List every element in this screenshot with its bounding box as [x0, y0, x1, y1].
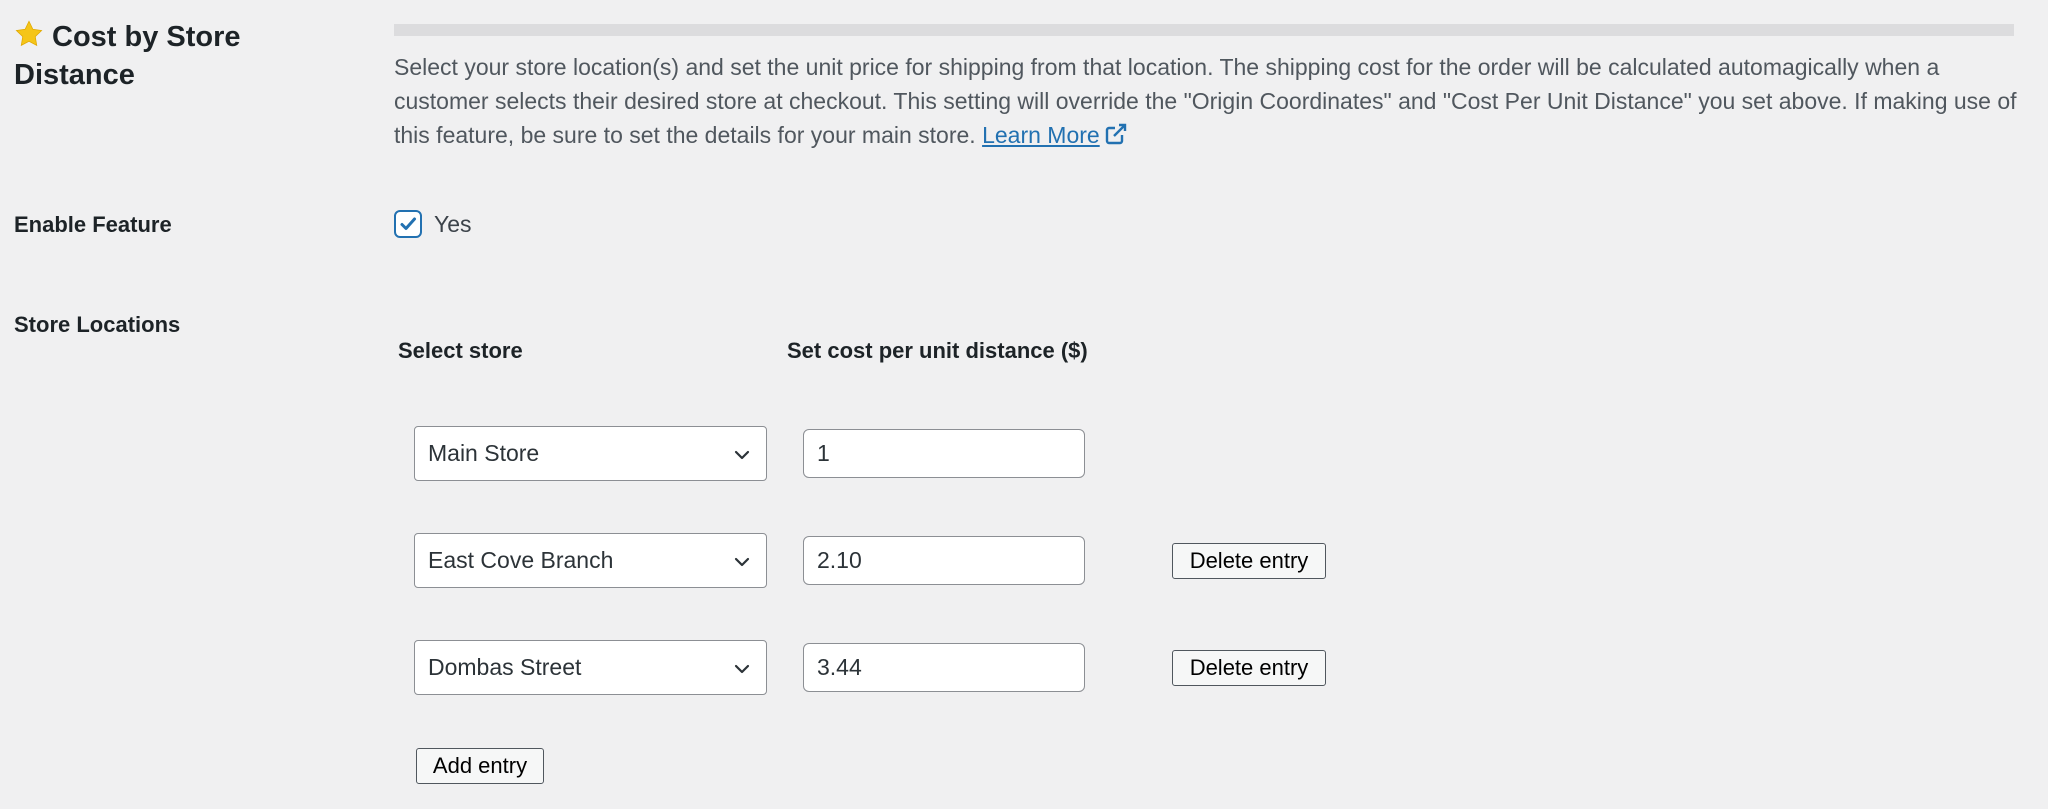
learn-more-label: Learn More [982, 122, 1100, 148]
chevron-down-icon [734, 664, 750, 674]
store-locations-label: Store Locations [14, 312, 181, 337]
learn-more-link[interactable]: Learn More [982, 122, 1128, 148]
delete-entry-button-2[interactable]: Delete entry [1172, 543, 1326, 579]
external-link-icon [1105, 123, 1126, 145]
chevron-down-icon [734, 450, 750, 460]
checkmark-icon [400, 217, 416, 230]
store-select-value: East Cove Branch [428, 547, 614, 573]
section-title: Cost by Store Distance [14, 18, 344, 94]
section-description: Select your store location(s) and set th… [394, 50, 2024, 152]
star-icon [15, 20, 43, 47]
cost-per-unit-header: Set cost per unit distance ($) [787, 338, 1088, 363]
cost-input-3[interactable] [803, 643, 1085, 692]
store-select-3[interactable]: Dombas Street [414, 640, 767, 695]
store-select-value: Main Store [428, 440, 540, 466]
cost-input-2[interactable] [803, 536, 1085, 585]
select-store-header: Select store [398, 338, 523, 363]
store-select-value: Dombas Street [428, 654, 582, 680]
enable-feature-control: Yes [394, 210, 472, 238]
chevron-down-icon [734, 557, 750, 567]
enable-feature-checkbox[interactable] [394, 210, 422, 238]
section-title-text: Cost by Store Distance [14, 21, 241, 91]
enable-feature-label: Enable Feature [14, 212, 172, 237]
delete-entry-button-3[interactable]: Delete entry [1172, 650, 1326, 686]
description-text: Select your store location(s) and set th… [394, 54, 2017, 148]
enable-feature-checkbox-label: Yes [434, 210, 472, 237]
section-divider-bar [394, 24, 2014, 36]
cost-input-1[interactable] [803, 429, 1085, 478]
store-select-1[interactable]: Main Store [414, 426, 767, 481]
store-select-2[interactable]: East Cove Branch [414, 533, 767, 588]
add-entry-button[interactable]: Add entry [416, 748, 544, 784]
